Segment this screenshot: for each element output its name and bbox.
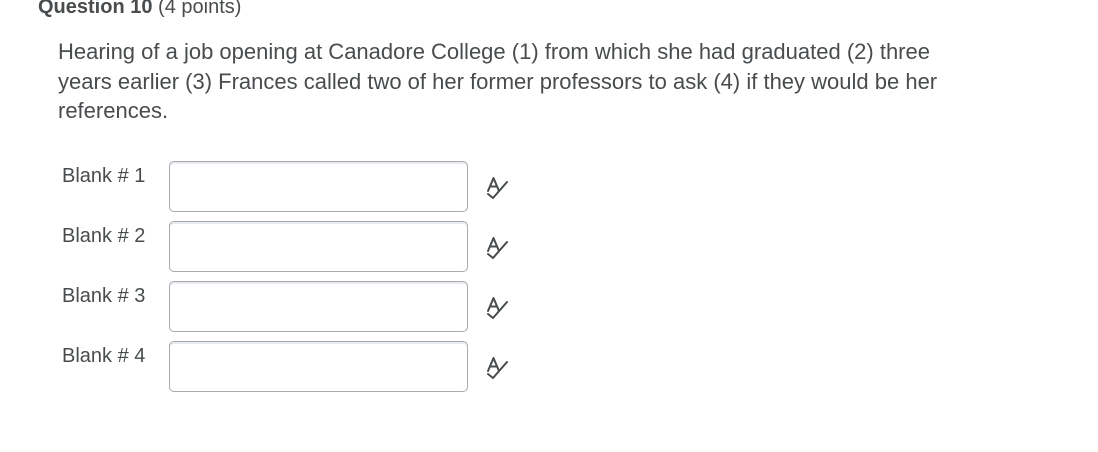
blank-input-1[interactable] — [169, 161, 468, 212]
blank-label-3: Blank # 3 — [62, 285, 146, 307]
question-title: Question 10 — [38, 0, 153, 18]
question-points: (4 points) — [158, 0, 242, 18]
spellcheck-icon[interactable] — [485, 294, 511, 320]
blank-row-1: Blank # 1 — [62, 161, 562, 213]
question-text: Hearing of a job opening at Canadore Col… — [58, 39, 938, 123]
spellcheck-icon[interactable] — [485, 174, 511, 200]
blank-label-4: Blank # 4 — [62, 345, 146, 367]
question-header: Question 10 (4 points) — [38, 0, 241, 20]
spellcheck-icon[interactable] — [485, 234, 511, 260]
blank-row-3: Blank # 3 — [62, 281, 562, 333]
blank-input-3[interactable] — [169, 281, 468, 332]
blank-input-2[interactable] — [169, 221, 468, 272]
blank-input-4[interactable] — [169, 341, 468, 392]
blank-row-2: Blank # 2 — [62, 221, 562, 273]
blank-row-4: Blank # 4 — [62, 341, 562, 393]
spellcheck-icon[interactable] — [485, 354, 511, 380]
blank-label-2: Blank # 2 — [62, 225, 146, 247]
blank-label-1: Blank # 1 — [62, 165, 146, 187]
